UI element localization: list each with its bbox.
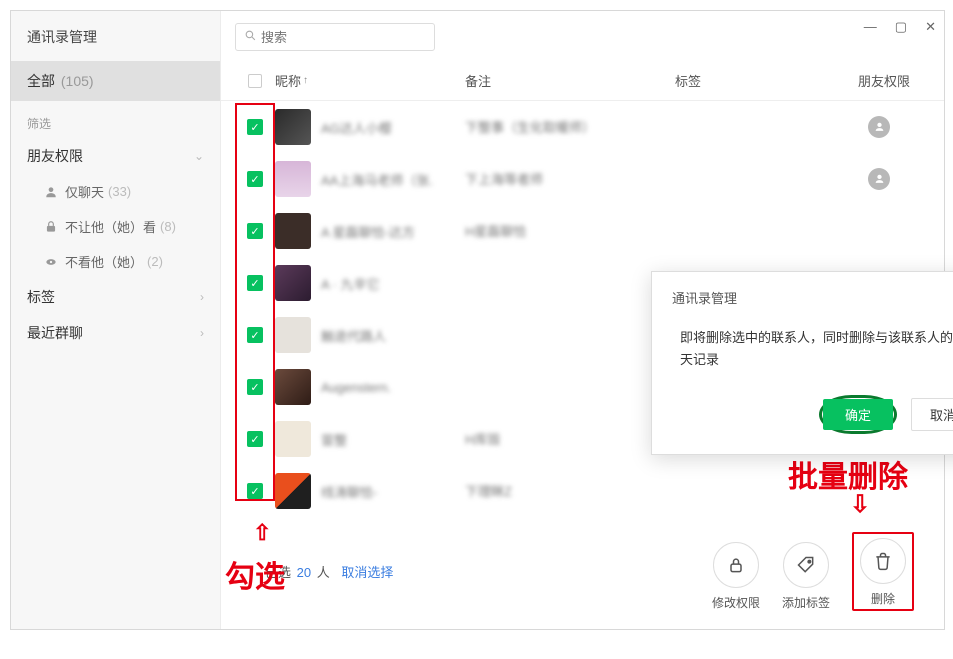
header-nickname[interactable]: 昵称 ↑ xyxy=(275,71,465,90)
filter-sub-chat-label: 仅聊天 xyxy=(65,182,104,201)
header-remark[interactable]: 备注 xyxy=(465,71,675,90)
remark: 下理眯Z xyxy=(465,484,512,499)
chevron-right-icon: › xyxy=(200,290,204,304)
topbar: — ▢ ✕ xyxy=(221,11,944,63)
table-header: 昵称 ↑ 备注 标签 朋友权限 xyxy=(221,63,944,101)
avatar xyxy=(275,317,311,353)
avatar xyxy=(275,109,311,145)
remark: H库毁 xyxy=(465,432,500,447)
row-checkbox[interactable]: ✓ xyxy=(247,483,263,499)
delete-button[interactable]: 删除 xyxy=(860,538,906,607)
add-tag-button[interactable]: 添加标签 xyxy=(782,542,830,611)
row-checkbox[interactable]: ✓ xyxy=(247,275,263,291)
header-tag[interactable]: 标签 xyxy=(675,71,835,90)
nickname: 触途代路人 xyxy=(321,326,386,345)
avatar xyxy=(275,161,311,197)
filter-all[interactable]: 全部 (105) xyxy=(11,61,220,101)
filter-recent-group[interactable]: 最近群聊 › xyxy=(11,315,220,351)
nickname: AA上海马老师（张. xyxy=(321,170,433,189)
chevron-right-icon: › xyxy=(200,326,204,340)
filter-sub-hide-from-label: 不让他（她）看 xyxy=(65,217,156,236)
tag-icon xyxy=(783,542,829,588)
trash-icon xyxy=(860,538,906,584)
selection-status: 已选 20 人 取消选择 xyxy=(265,562,393,581)
avatar xyxy=(275,421,311,457)
app-window: 通讯录管理 全部 (105) 筛选 朋友权限 ⌄ 仅聊天 (33) 不让他（她）… xyxy=(10,10,945,630)
priv-icon xyxy=(868,168,890,190)
search-input[interactable] xyxy=(261,30,426,45)
filter-section-label: 筛选 xyxy=(11,101,220,138)
avatar xyxy=(275,265,311,301)
lock-icon xyxy=(713,542,759,588)
search-box[interactable] xyxy=(235,23,435,51)
remark: 下整事（生化取暖师） xyxy=(465,120,595,135)
filter-sub-chat-only[interactable]: 仅聊天 (33) xyxy=(11,174,220,209)
table-row[interactable]: ✓ A 星磊聊恰-达方 H星磊聊恰 xyxy=(221,205,944,257)
nickname: 冒整 xyxy=(321,430,347,449)
row-checkbox[interactable]: ✓ xyxy=(247,327,263,343)
filter-priv[interactable]: 朋友权限 ⌄ xyxy=(11,138,220,174)
filter-sub-not-see[interactable]: 不看他（她） (2) xyxy=(11,244,220,279)
filter-tag-label: 标签 xyxy=(27,287,55,307)
chevron-down-icon: ⌄ xyxy=(194,149,204,163)
confirm-button[interactable]: 确定 xyxy=(823,399,893,430)
row-checkbox[interactable]: ✓ xyxy=(247,119,263,135)
search-icon xyxy=(244,29,257,45)
close-icon[interactable]: ✕ xyxy=(925,19,936,35)
priv-icon xyxy=(868,116,890,138)
annotation-ok-ring: 确定 xyxy=(819,395,897,434)
filter-tag[interactable]: 标签 › xyxy=(11,279,220,315)
nickname: Augenstern. xyxy=(321,380,391,395)
person-icon xyxy=(43,184,59,200)
confirm-modal: 通讯录管理 ✕ 即将删除选中的联系人，同时删除与该联系人的聊天记录 确定 取消 xyxy=(651,271,953,455)
modal-actions: 确定 取消 xyxy=(672,395,953,434)
header-priv[interactable]: 朋友权限 xyxy=(835,71,930,90)
avatar xyxy=(275,473,311,509)
filter-all-count: (105) xyxy=(61,73,94,89)
filter-priv-label: 朋友权限 xyxy=(27,146,83,166)
nickname: AG达人小樱 xyxy=(321,118,392,137)
row-checkbox[interactable]: ✓ xyxy=(247,379,263,395)
avatar xyxy=(275,369,311,405)
remark: 下上海等者师 xyxy=(465,172,543,187)
modal-body: 即将删除选中的联系人，同时删除与该联系人的聊天记录 xyxy=(672,307,953,395)
filter-sub-chat-count: (33) xyxy=(108,184,131,199)
modal-title: 通讯录管理 xyxy=(672,288,953,307)
cancel-button[interactable]: 取消 xyxy=(911,398,953,431)
filter-sub-hide-from-count: (8) xyxy=(160,219,176,234)
table-row[interactable]: ✓ 线涛聊恰- 下理眯Z xyxy=(221,465,944,517)
footer-actions: 修改权限 添加标签 删除 xyxy=(712,532,914,611)
footer-bar: 已选 20 人 取消选择 修改权限 添加标签 xyxy=(11,532,944,611)
header-checkbox[interactable] xyxy=(235,74,275,88)
row-checkbox[interactable]: ✓ xyxy=(247,171,263,187)
table-row[interactable]: ✓ AA上海马老师（张. 下上海等者师 xyxy=(221,153,944,205)
avatar xyxy=(275,213,311,249)
filter-sub-hide-from[interactable]: 不让他（她）看 (8) xyxy=(11,209,220,244)
eye-slash-icon xyxy=(43,254,59,270)
lock-icon xyxy=(43,219,59,235)
minimize-icon[interactable]: — xyxy=(864,19,877,35)
filter-recent-label: 最近群聊 xyxy=(27,323,83,343)
row-checkbox[interactable]: ✓ xyxy=(247,223,263,239)
sidebar-title: 通讯录管理 xyxy=(11,15,220,61)
remark: H星磊聊恰 xyxy=(465,224,526,239)
maximize-icon[interactable]: ▢ xyxy=(895,19,907,35)
selected-count: 20 xyxy=(297,565,311,580)
sort-asc-icon: ↑ xyxy=(303,75,308,86)
nickname: A 星磊聊恰-达方 xyxy=(321,222,415,241)
nickname: 线涛聊恰- xyxy=(321,482,377,501)
annotation-box-delete: 删除 xyxy=(852,532,914,611)
row-checkbox[interactable]: ✓ xyxy=(247,431,263,447)
table-row[interactable]: ✓ AG达人小樱 下整事（生化取暖师） xyxy=(221,101,944,153)
filter-sub-not-see-label: 不看他（她） xyxy=(65,252,143,271)
filter-all-label: 全部 xyxy=(27,73,55,89)
deselect-link[interactable]: 取消选择 xyxy=(341,565,393,580)
modify-priv-button[interactable]: 修改权限 xyxy=(712,542,760,611)
filter-sub-not-see-count: (2) xyxy=(147,254,163,269)
nickname: A · 九辛它 xyxy=(321,274,380,293)
window-controls: — ▢ ✕ xyxy=(864,19,936,35)
